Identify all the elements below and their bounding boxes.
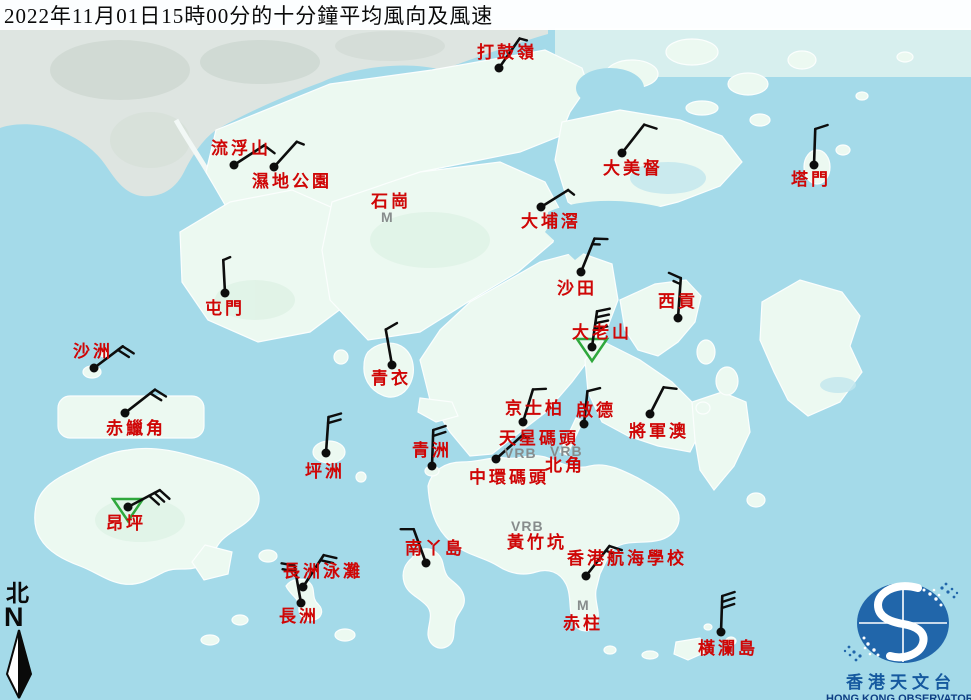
station-label-ngong-ping: 昂坪	[106, 515, 146, 532]
station-label-tap-mun: 塔門	[791, 171, 831, 188]
wind-barb-tai-mei-tuk	[622, 125, 657, 153]
station-label-hk-sea-school: 香港航海學校	[567, 550, 687, 567]
wind-barb-tsing-yi	[386, 323, 397, 365]
station-annotation-star-ferry-pier: VRB	[504, 446, 537, 460]
station-dot-chek-lap-kok	[121, 409, 130, 418]
station-dot-tai-po-kau	[537, 203, 546, 212]
station-label-waglan-island: 橫瀾島	[698, 640, 758, 657]
station-label-tai-mei-tuk: 大美督	[603, 160, 663, 177]
title-bar: 2022年11月01日15時00分的十分鐘平均風向及風速	[0, 0, 971, 30]
station-label-cheung-chau-beach: 長洲泳灘	[283, 563, 363, 580]
station-dot-peng-chau	[322, 449, 331, 458]
station-dot-ngong-ping	[124, 503, 133, 512]
station-dot-hk-sea-school	[582, 572, 591, 581]
station-dot-tseung-kwan-o	[646, 410, 655, 419]
wind-barb-sha-tin	[581, 239, 607, 272]
weather-map-screenshot: 打鼓嶺流浮山濕地公園石崗M大美督塔門大埔滘沙田西貢大老山屯門沙洲青衣赤鱲角坪洲京…	[0, 0, 971, 700]
station-annotation-stanley: M	[577, 598, 590, 612]
station-dot-tuen-mun	[221, 289, 230, 298]
wind-barb-waglan-island	[721, 592, 735, 632]
station-dot-tai-mei-tuk	[618, 149, 627, 158]
station-label-cheung-chau: 長洲	[279, 608, 319, 625]
station-dot-ta-kwu-ling	[495, 64, 504, 73]
station-dot-lamma-island	[422, 559, 431, 568]
station-dot-tates-cairn	[588, 343, 597, 352]
station-label-lamma-island: 南丫島	[405, 540, 465, 557]
station-label-shek-kong: 石崗	[371, 193, 411, 210]
north-compass: 北 N	[2, 582, 42, 699]
station-label-tai-po-kau: 大埔滘	[521, 213, 581, 230]
station-dot-wetland-park	[270, 163, 279, 172]
station-label-kai-tak: 啟德	[576, 402, 616, 419]
station-label-stanley: 赤柱	[563, 615, 603, 632]
compass-needle-icon	[2, 629, 38, 699]
station-label-ta-kwu-ling: 打鼓嶺	[477, 44, 537, 61]
map-title: 2022年11月01日15時00分的十分鐘平均風向及風速	[0, 0, 493, 30]
station-label-sha-tin: 沙田	[557, 280, 597, 297]
station-label-sai-kung: 西貢	[658, 293, 698, 310]
station-label-tates-cairn: 大老山	[572, 324, 632, 341]
station-label-sha-chau: 沙洲	[73, 343, 113, 360]
hko-logo-english: HONG KONG OBSERVATORY	[826, 693, 971, 700]
station-dot-tap-mun	[810, 161, 819, 170]
station-label-wetland-park: 濕地公園	[252, 173, 332, 190]
station-label-central-pier: 中環碼頭	[469, 469, 549, 486]
wind-barb-tai-po-kau	[541, 190, 574, 207]
station-dot-central-pier	[492, 455, 501, 464]
station-label-north-point: 北角	[545, 457, 585, 474]
station-label-tuen-mun: 屯門	[205, 300, 245, 317]
hko-logo-icon	[826, 580, 971, 666]
station-dot-lau-fau-shan	[230, 161, 239, 170]
station-label-tsing-yi: 青衣	[371, 370, 411, 387]
station-label-kings-park: 京士柏	[505, 400, 565, 417]
station-annotation-wong-chuk-hang: VRB	[511, 519, 544, 533]
hko-logo: 香港天文台 HONG KONG OBSERVATORY	[826, 580, 971, 700]
station-dot-sai-kung	[674, 314, 683, 323]
station-label-tseung-kwan-o: 將軍澳	[629, 423, 689, 440]
station-label-lau-fau-shan: 流浮山	[211, 140, 271, 157]
station-dot-kai-tak	[580, 420, 589, 429]
wind-barb-tseung-kwan-o	[650, 387, 677, 414]
compass-n-label: N	[4, 605, 42, 629]
station-dot-waglan-island	[717, 628, 726, 637]
wind-barb-tap-mun	[814, 125, 828, 165]
station-label-green-island: 青洲	[412, 442, 452, 459]
station-label-star-ferry-pier: 天星碼頭	[499, 430, 579, 447]
station-dot-sha-tin	[577, 268, 586, 277]
wind-barb-peng-chau	[326, 414, 341, 453]
station-label-chek-lap-kok: 赤鱲角	[106, 420, 166, 437]
wind-barb-chek-lap-kok	[125, 390, 166, 413]
station-dot-sha-chau	[90, 364, 99, 373]
wind-barb-wetland-park	[274, 142, 304, 167]
hko-logo-chinese: 香港天文台	[826, 668, 971, 693]
station-dot-green-island	[428, 462, 437, 471]
station-label-peng-chau: 坪洲	[305, 463, 345, 480]
station-label-wong-chuk-hang: 黃竹坑	[507, 534, 567, 551]
station-annotation-shek-kong: M	[381, 210, 394, 224]
station-dot-kings-park	[519, 418, 528, 427]
wind-barb-tuen-mun	[223, 257, 230, 293]
